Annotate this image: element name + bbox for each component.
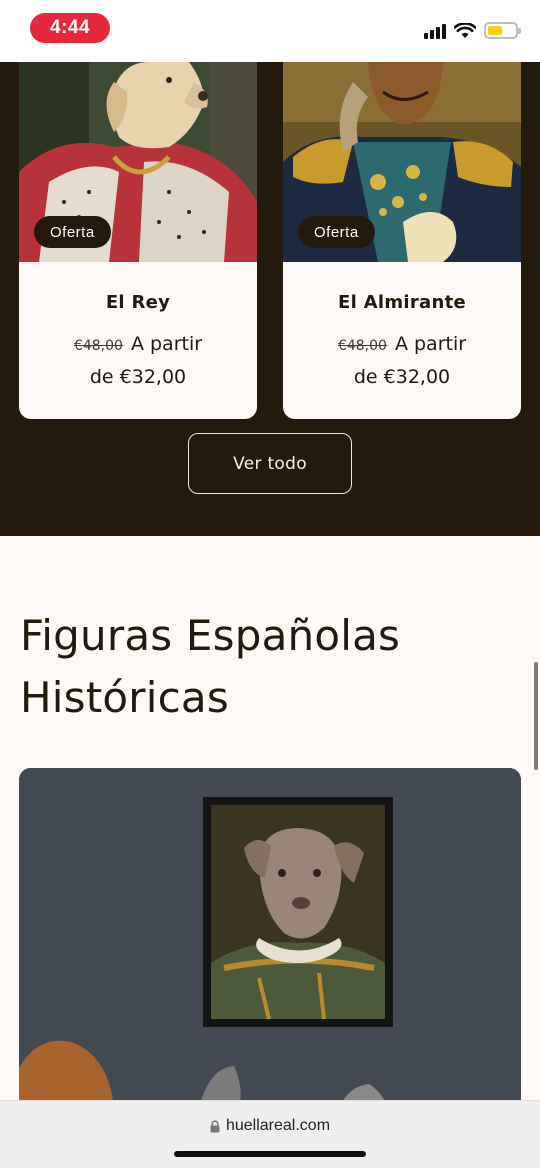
sale-price: de €32,00	[89, 366, 187, 388]
status-time: 4:44	[30, 13, 110, 43]
price-prefix: A partir	[394, 333, 467, 355]
signal-icon	[424, 23, 446, 39]
original-price: €48,00	[73, 338, 123, 354]
product-card-el-rey[interactable]: Oferta El Rey €48,00 A partir de €32,00	[19, 62, 257, 419]
status-bar: 4:44	[0, 0, 540, 62]
product-image-el-rey[interactable]: Oferta	[19, 62, 257, 262]
sale-price: de €32,00	[353, 366, 451, 388]
sale-badge: Oferta	[34, 216, 111, 248]
original-price: €48,00	[337, 338, 387, 354]
scrollbar[interactable]	[534, 662, 538, 770]
collection-feature-image[interactable]	[19, 768, 521, 1108]
price-prefix: A partir	[130, 333, 203, 355]
product-image-el-almirante[interactable]: Oferta	[283, 62, 521, 262]
product-price: €48,00 A partir de €32,00	[283, 329, 521, 393]
product-price: €48,00 A partir de €32,00	[19, 329, 257, 393]
product-title[interactable]: El Rey	[19, 292, 257, 313]
url-text[interactable]: huellareal.com	[226, 1117, 330, 1135]
product-title[interactable]: El Almirante	[283, 292, 521, 313]
section-title-line1: Figuras Españolas	[20, 611, 401, 660]
lock-icon	[210, 1119, 220, 1132]
browser-bar: huellareal.com	[0, 1100, 540, 1168]
battery-icon	[484, 22, 521, 39]
product-carousel-section: Oferta El Rey €48,00 A partir de €32,00	[0, 62, 540, 536]
product-card-el-almirante[interactable]: Oferta El Almirante €48,00 A partir de €3…	[283, 62, 521, 419]
home-indicator[interactable]	[174, 1151, 366, 1157]
section-title: Figuras Españolas Históricas	[20, 605, 520, 729]
sale-badge: Oferta	[298, 216, 375, 248]
address-bar[interactable]: huellareal.com	[0, 1117, 540, 1135]
status-icons	[424, 22, 521, 39]
view-all-button[interactable]: Ver todo	[188, 433, 352, 494]
section-title-line2: Históricas	[20, 673, 229, 722]
wifi-icon	[454, 22, 476, 38]
